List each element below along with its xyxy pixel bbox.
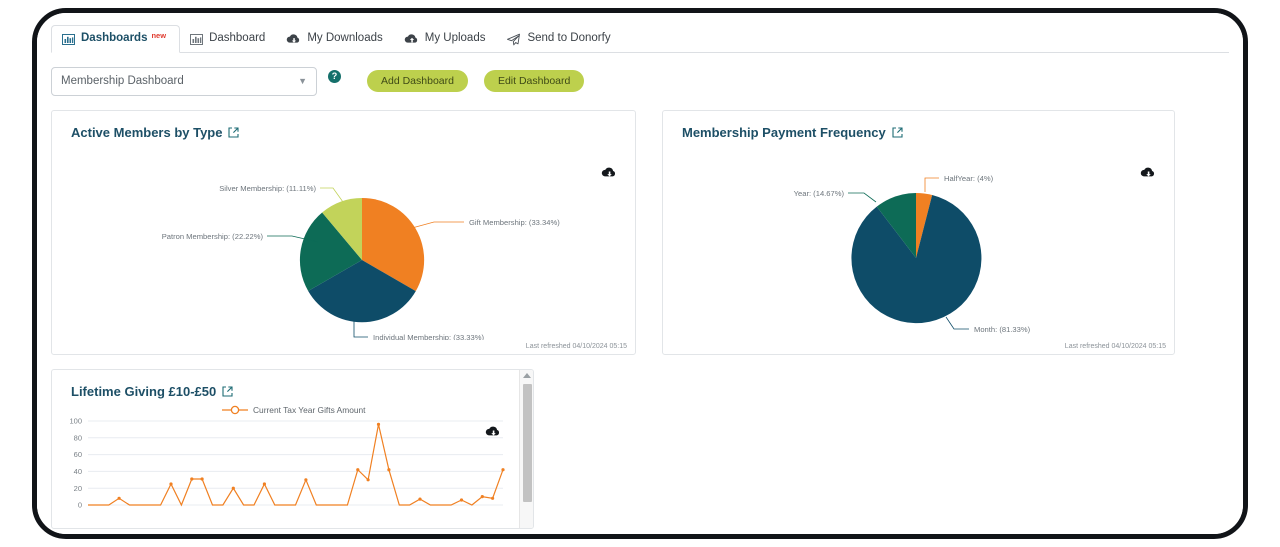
pie-label-patron: Patron Membership: (22.22%) xyxy=(162,232,264,241)
y-axis-tick-label: 80 xyxy=(74,433,82,442)
data-point xyxy=(262,482,266,486)
data-point xyxy=(418,497,422,501)
pie-leader-month xyxy=(945,316,969,330)
tab-my-downloads[interactable]: My Downloads xyxy=(276,25,393,53)
pie-chart-payment-frequency: HalfYear: (4%) Year: (14.67%) Month: (81… xyxy=(794,174,1031,334)
pie-label-month: Month: (81.33%) xyxy=(974,325,1031,334)
page-title: Active Members by Type xyxy=(71,125,223,140)
line-chart-lifetime-giving: 0 20 40 60 80 100 Current Tax Year Gifts Amou… xyxy=(69,405,505,509)
cloud-download-icon xyxy=(286,33,301,45)
chart-scrollbar[interactable] xyxy=(519,370,533,528)
pie-label-halfyear: HalfYear: (4%) xyxy=(944,174,994,183)
data-point xyxy=(501,468,505,472)
tab-send-to-donorfy[interactable]: Send to Donorfy xyxy=(496,25,621,53)
data-point xyxy=(304,478,308,482)
legend-marker xyxy=(230,405,240,415)
card-title-row: Membership Payment Frequency xyxy=(682,125,1174,140)
cloud-upload-icon xyxy=(404,33,419,45)
chart-gridlines xyxy=(88,420,503,506)
data-point xyxy=(491,496,495,500)
browser-window-frame: Dashboards new Dashboard My Downloads My… xyxy=(32,8,1248,539)
legend-label: Current Tax Year Gifts Amount xyxy=(253,405,366,415)
tab-label: Dashboard xyxy=(209,32,266,45)
card-active-members-by-type: Active Members by Type Gift Membership: … xyxy=(51,110,636,355)
pie-leader-halfyear xyxy=(924,177,939,192)
pie-leader-silver xyxy=(320,187,344,203)
dashboard-select-value: Membership Dashboard xyxy=(61,75,184,87)
pie-label-gift: Gift Membership: (33.34%) xyxy=(469,218,560,227)
card-title-row: Active Members by Type xyxy=(71,125,635,140)
data-point xyxy=(366,478,370,482)
data-point xyxy=(200,477,204,481)
tab-label: My Uploads xyxy=(424,32,486,45)
export-cloud-download-icon[interactable] xyxy=(601,166,617,179)
chart-y-axis-ticks: 0 20 40 60 80 100 xyxy=(69,417,82,509)
paper-plane-icon xyxy=(506,33,521,46)
pie-label-individual: Individual Membership: (33.33%) xyxy=(373,333,484,340)
page-title: Lifetime Giving £10-£50 xyxy=(71,384,217,399)
data-point xyxy=(459,498,464,502)
pie-label-silver: Silver Membership: (11.11%) xyxy=(219,184,316,193)
pie-label-year: Year: (14.67%) xyxy=(794,189,845,198)
data-point xyxy=(169,482,173,486)
line-series-current-tax-year xyxy=(88,424,504,507)
last-refreshed-label: Last refreshed 04/10/2024 05:15 xyxy=(1064,343,1166,350)
data-point xyxy=(376,422,381,426)
edit-dashboard-button[interactable]: Edit Dashboard xyxy=(483,70,585,92)
scroll-up-arrow-icon[interactable] xyxy=(523,373,531,378)
external-link-icon[interactable] xyxy=(892,127,903,138)
export-cloud-download-icon[interactable] xyxy=(485,425,501,438)
chevron-down-icon: ▼ xyxy=(298,76,307,86)
y-axis-tick-label: 20 xyxy=(74,484,82,493)
page-viewport: Dashboards new Dashboard My Downloads My… xyxy=(37,13,1243,534)
tab-label: My Downloads xyxy=(307,32,383,45)
data-point xyxy=(387,468,391,472)
line-data-points xyxy=(117,422,505,502)
card-membership-payment-frequency: Membership Payment Frequency HalfYear: (… xyxy=(662,110,1175,355)
add-dashboard-button[interactable]: Add Dashboard xyxy=(367,70,468,92)
dashboard-select[interactable]: Membership Dashboard ▼ xyxy=(51,66,317,96)
dashboard-toolbar: Membership Dashboard ▼ ? Add Dashboard E… xyxy=(51,66,1243,96)
data-point xyxy=(231,486,235,490)
y-axis-tick-label: 100 xyxy=(69,417,82,426)
data-point xyxy=(117,496,121,500)
tab-bar: Dashboards new Dashboard My Downloads My… xyxy=(51,25,1229,53)
pie-leader-gift xyxy=(411,221,464,229)
bar-chart-icon xyxy=(190,33,204,45)
data-point xyxy=(480,495,484,499)
tab-dashboard[interactable]: Dashboard xyxy=(180,25,276,53)
tab-label: Send to Donorfy xyxy=(527,32,611,45)
pie-leader-year xyxy=(848,192,877,203)
y-axis-tick-label: 60 xyxy=(74,450,82,459)
tab-new-badge: new xyxy=(151,30,167,40)
bar-chart-icon xyxy=(62,33,75,45)
export-cloud-download-icon[interactable] xyxy=(1140,166,1156,179)
tab-label: Dashboards xyxy=(81,32,148,45)
help-glyph: ? xyxy=(331,71,338,81)
y-axis-tick-label: 0 xyxy=(78,501,82,509)
tab-my-uploads[interactable]: My Uploads xyxy=(394,25,497,53)
external-link-icon[interactable] xyxy=(222,386,233,397)
y-axis-tick-label: 40 xyxy=(74,467,82,476)
data-point xyxy=(356,468,360,472)
last-refreshed-label: Last refreshed 04/10/2024 05:15 xyxy=(525,343,627,350)
data-point xyxy=(190,477,194,481)
pie-leader-individual xyxy=(353,320,368,338)
scrollbar-thumb[interactable] xyxy=(523,384,532,502)
card-title-row: Lifetime Giving £10-£50 xyxy=(71,384,533,399)
tab-dashboards[interactable]: Dashboards new xyxy=(51,25,181,53)
help-icon[interactable]: ? xyxy=(328,69,341,83)
page-title: Membership Payment Frequency xyxy=(682,125,886,140)
pie-chart-active-members: Gift Membership: (33.34%) Patron Members… xyxy=(162,184,561,340)
external-link-icon[interactable] xyxy=(228,127,240,138)
card-lifetime-giving: Lifetime Giving £10-£50 0 20 40 60 80 10… xyxy=(51,369,534,529)
chart-legend: Current Tax Year Gifts Amount xyxy=(222,405,366,415)
